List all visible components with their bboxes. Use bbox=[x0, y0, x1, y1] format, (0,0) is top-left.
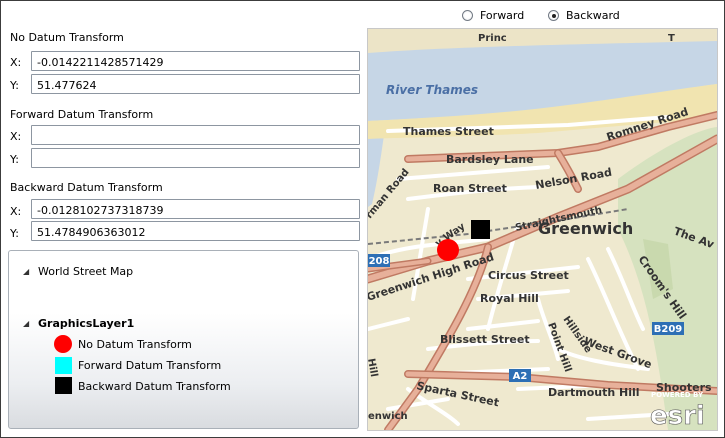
backward-datum-x-field[interactable] bbox=[31, 199, 360, 219]
svg-text:T: T bbox=[668, 33, 675, 44]
svg-text:enwich: enwich bbox=[368, 411, 408, 422]
legend-item-label: No Datum Transform bbox=[78, 338, 192, 351]
svg-text:A2: A2 bbox=[513, 371, 528, 382]
forward-datum-x-label: X: bbox=[10, 130, 22, 143]
forward-datum-y-label: Y: bbox=[10, 153, 19, 166]
svg-text:esri: esri bbox=[650, 401, 705, 430]
cyan-square-symbol-icon bbox=[55, 357, 72, 374]
svg-text:Princ: Princ bbox=[478, 33, 507, 44]
backward-datum-point-marker[interactable] bbox=[471, 220, 490, 239]
forward-datum-y-field[interactable] bbox=[31, 148, 360, 168]
forward-radio-button[interactable] bbox=[462, 10, 473, 21]
no-datum-x-label: X: bbox=[10, 56, 22, 69]
svg-text:Bardsley Lane: Bardsley Lane bbox=[446, 153, 534, 166]
no-datum-y-label: Y: bbox=[10, 79, 19, 92]
legend-panel: ◢ World Street Map ◢ GraphicsLayer1 No D… bbox=[8, 250, 359, 429]
svg-text:Circus Street: Circus Street bbox=[488, 269, 569, 282]
legend-layer-graphics-layer[interactable]: GraphicsLayer1 bbox=[38, 317, 134, 330]
collapse-triangle-icon[interactable]: ◢ bbox=[23, 267, 29, 276]
legend-layer-world-street-map[interactable]: World Street Map bbox=[38, 265, 133, 278]
backward-radio-button[interactable] bbox=[548, 10, 559, 21]
no-datum-title: No Datum Transform bbox=[10, 31, 124, 44]
backward-datum-x-label: X: bbox=[10, 205, 22, 218]
svg-text:Royal Hill: Royal Hill bbox=[480, 292, 539, 305]
red-circle-symbol-icon bbox=[54, 335, 72, 353]
forward-radio-label[interactable]: Forward bbox=[480, 9, 524, 22]
legend-item-label: Forward Datum Transform bbox=[78, 359, 222, 372]
esri-logo: POWERED BY esri bbox=[650, 391, 705, 430]
backward-datum-y-label: Y: bbox=[10, 227, 19, 240]
no-datum-x-field[interactable] bbox=[31, 51, 360, 71]
forward-datum-x-field[interactable] bbox=[31, 125, 360, 145]
backward-datum-y-field[interactable] bbox=[31, 221, 360, 241]
svg-text:B209: B209 bbox=[654, 324, 683, 335]
forward-datum-title: Forward Datum Transform bbox=[10, 108, 154, 121]
black-square-symbol-icon bbox=[55, 377, 72, 394]
collapse-triangle-icon[interactable]: ◢ bbox=[23, 319, 29, 328]
svg-text:Dartmouth Hill: Dartmouth Hill bbox=[548, 386, 640, 399]
backward-radio-label[interactable]: Backward bbox=[566, 9, 620, 22]
svg-text:Blissett Street: Blissett Street bbox=[440, 333, 530, 346]
no-datum-y-field[interactable] bbox=[31, 74, 360, 94]
map-view[interactable]: 208 B209 A2 River Thames Thames Street B… bbox=[367, 28, 718, 431]
svg-text:River Thames: River Thames bbox=[386, 83, 478, 97]
svg-text:POWERED BY: POWERED BY bbox=[651, 391, 704, 399]
no-datum-point-marker[interactable] bbox=[437, 239, 459, 261]
svg-text:Thames Street: Thames Street bbox=[403, 125, 494, 138]
backward-datum-title: Backward Datum Transform bbox=[10, 181, 163, 194]
svg-text:Roan Street: Roan Street bbox=[433, 182, 507, 195]
legend-item-label: Backward Datum Transform bbox=[78, 380, 231, 393]
svg-text:208: 208 bbox=[369, 256, 390, 267]
